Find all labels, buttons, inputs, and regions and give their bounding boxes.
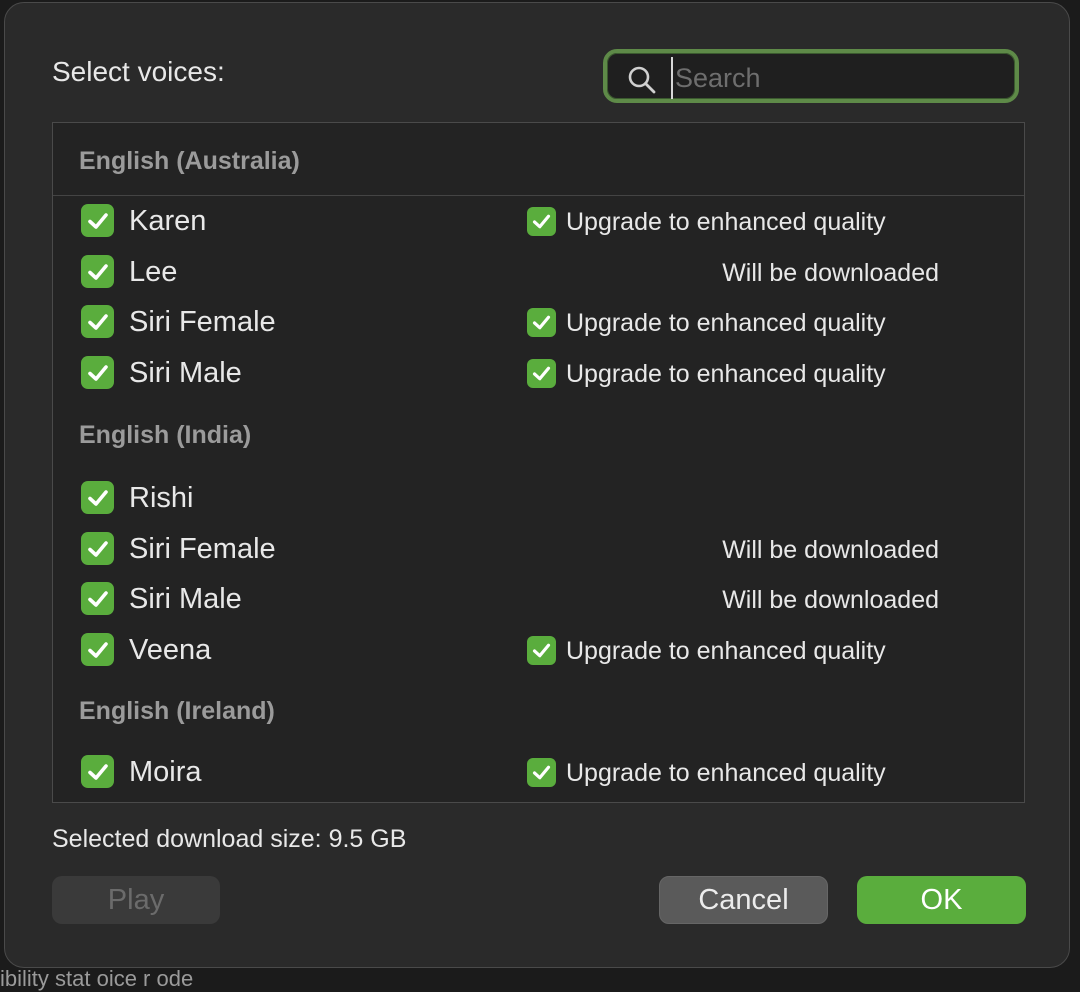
voice-row[interactable]: Lee Will be downloaded [53, 249, 1024, 299]
header-divider [53, 195, 1024, 196]
voice-row[interactable]: Siri Female Upgrade to enhanced quality [53, 299, 1024, 349]
voice-row[interactable]: Veena Upgrade to enhanced quality [53, 627, 1024, 677]
play-button[interactable]: Play [52, 876, 220, 924]
checkmark-icon [532, 366, 551, 381]
voice-name: Siri Female [129, 306, 276, 338]
checkmark-icon [532, 214, 551, 229]
voice-list[interactable]: English (Australia) Karen Upgrade to enhan… [52, 122, 1025, 803]
group-header: English (India) [79, 421, 252, 449]
voice-checkbox[interactable] [81, 204, 114, 237]
search-field[interactable] [603, 49, 1019, 103]
checkmark-icon [87, 641, 108, 658]
dialog-title: Select voices: [52, 56, 225, 87]
cancel-button[interactable]: Cancel [659, 876, 828, 924]
voice-checkbox[interactable] [81, 532, 114, 565]
download-status: Will be downloaded [722, 259, 939, 287]
select-voices-dialog: Select voices: English (Australia) Karen U… [4, 2, 1070, 968]
group-header: English (Ireland) [79, 697, 275, 725]
upgrade-label: Upgrade to enhanced quality [566, 759, 886, 787]
voice-checkbox[interactable] [81, 481, 114, 514]
voice-row[interactable]: Moira Upgrade to enhanced quality [53, 749, 1024, 799]
download-status: Will be downloaded [722, 586, 939, 614]
upgrade-label: Upgrade to enhanced quality [566, 208, 886, 236]
background-app-text: ibility stat oice r ode [0, 966, 194, 991]
voice-row[interactable]: Karen Upgrade to enhanced quality [53, 198, 1024, 248]
upgrade-label: Upgrade to enhanced quality [566, 637, 886, 665]
upgrade-checkbox[interactable] [527, 308, 556, 337]
upgrade-checkbox[interactable] [527, 758, 556, 787]
voice-checkbox[interactable] [81, 356, 114, 389]
download-size-label: Selected download size: 9.5 GB [52, 825, 407, 853]
checkmark-icon [87, 263, 108, 280]
checkmark-icon [87, 364, 108, 381]
voice-checkbox[interactable] [81, 582, 114, 615]
voice-row[interactable]: Siri Female Will be downloaded [53, 526, 1024, 576]
search-icon [628, 66, 656, 94]
voice-checkbox[interactable] [81, 755, 114, 788]
checkmark-icon [87, 590, 108, 607]
voice-row[interactable]: Siri Male Will be downloaded [53, 576, 1024, 626]
upgrade-checkbox[interactable] [527, 207, 556, 236]
voice-name: Lee [129, 256, 178, 288]
checkmark-icon [87, 212, 108, 229]
voice-name: Rishi [129, 482, 194, 514]
voice-checkbox[interactable] [81, 633, 114, 666]
checkmark-icon [87, 313, 108, 330]
voice-checkbox[interactable] [81, 305, 114, 338]
voice-row[interactable]: Siri Male Upgrade to enhanced quality [53, 350, 1024, 400]
voice-row[interactable]: Rishi [53, 475, 1024, 525]
checkmark-icon [532, 315, 551, 330]
voice-name: Siri Male [129, 583, 242, 615]
voice-name: Siri Female [129, 533, 276, 565]
voice-checkbox[interactable] [81, 255, 114, 288]
checkmark-icon [532, 765, 551, 780]
checkmark-icon [87, 489, 108, 506]
checkmark-icon [532, 643, 551, 658]
upgrade-label: Upgrade to enhanced quality [566, 360, 886, 388]
upgrade-checkbox[interactable] [527, 359, 556, 388]
checkmark-icon [87, 540, 108, 557]
voice-name: Karen [129, 205, 207, 237]
voice-name: Veena [129, 634, 212, 666]
download-status: Will be downloaded [722, 536, 939, 564]
voice-name: Moira [129, 756, 202, 788]
ok-button[interactable]: OK [857, 876, 1026, 924]
upgrade-label: Upgrade to enhanced quality [566, 309, 886, 337]
checkmark-icon [87, 763, 108, 780]
voice-name: Siri Male [129, 357, 242, 389]
search-input[interactable] [671, 57, 1007, 99]
group-header: English (Australia) [79, 147, 300, 175]
upgrade-checkbox[interactable] [527, 636, 556, 665]
